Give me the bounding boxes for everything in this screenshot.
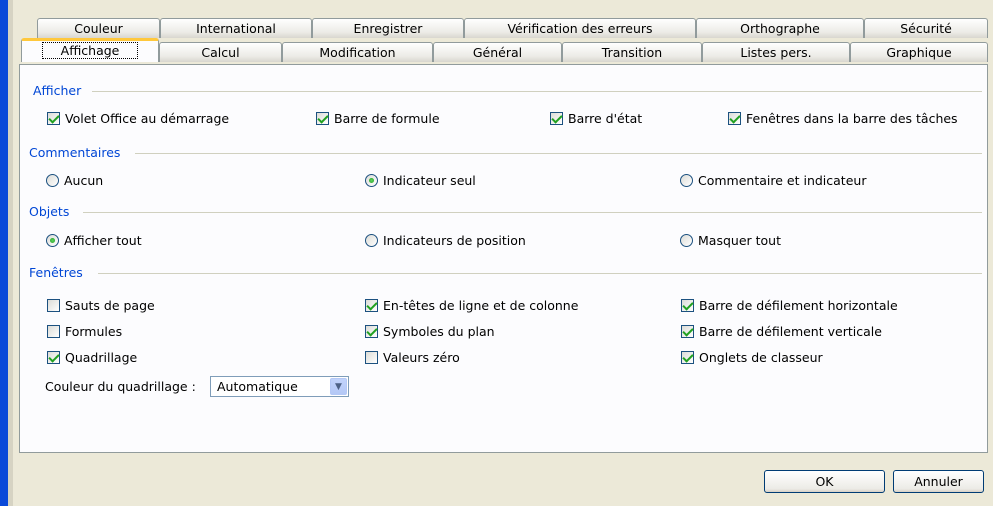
radio-aucun[interactable]: Aucun — [46, 173, 103, 188]
radio-masquer-tout[interactable]: Masquer tout — [680, 233, 781, 248]
tab-international[interactable]: International — [160, 18, 312, 38]
checkbox-quadrillage[interactable]: Quadrillage — [47, 350, 137, 365]
checkbox-symboles-plan[interactable]: Symboles du plan — [365, 324, 495, 339]
gridcolor-select[interactable]: Automatique ▼ — [210, 376, 349, 397]
checkbox-icon — [365, 351, 378, 364]
tab-graphique[interactable]: Graphique — [850, 42, 988, 62]
group-objets-title: Objets — [29, 204, 70, 219]
gridcolor-label: Couleur du quadrillage : — [45, 379, 196, 394]
tab-modification[interactable]: Modification — [282, 42, 433, 62]
checkbox-icon — [681, 299, 694, 312]
chevron-down-icon[interactable]: ▼ — [330, 378, 347, 395]
checkbox-valeurs-zero[interactable]: Valeurs zéro — [365, 350, 460, 365]
checkbox-icon — [47, 112, 60, 125]
radio-icon — [365, 234, 378, 247]
group-afficher-title: Afficher — [33, 83, 82, 98]
radio-afficher-tout[interactable]: Afficher tout — [46, 233, 142, 248]
group-objets-divider — [83, 212, 982, 213]
tab-orthographe[interactable]: Orthographe — [696, 18, 864, 38]
group-fenetres-divider — [98, 273, 982, 274]
group-commentaires-title: Commentaires — [29, 145, 121, 160]
group-fenetres-title: Fenêtres — [29, 265, 83, 280]
checkbox-icon — [47, 325, 60, 338]
tab-securite[interactable]: Sécurité — [864, 18, 988, 38]
checkbox-en-tetes[interactable]: En-têtes de ligne et de colonne — [365, 298, 578, 313]
group-commentaires-divider — [135, 153, 982, 154]
checkbox-fenetres-barre-taches[interactable]: Fenêtres dans la barre des tâches — [728, 111, 958, 126]
radio-commentaire-indicateur[interactable]: Commentaire et indicateur — [680, 173, 866, 188]
checkbox-icon — [550, 112, 563, 125]
checkbox-icon — [365, 325, 378, 338]
tab-affichage[interactable]: Affichage — [21, 38, 159, 62]
tab-enregistrer[interactable]: Enregistrer — [312, 18, 464, 38]
checkbox-icon — [728, 112, 741, 125]
checkbox-volet-office[interactable]: Volet Office au démarrage — [47, 111, 229, 126]
radio-icon — [680, 174, 693, 187]
tab-listes-pers[interactable]: Listes pers. — [702, 42, 850, 62]
radio-indicateur-seul[interactable]: Indicateur seul — [365, 173, 476, 188]
radio-icon — [46, 174, 59, 187]
window-left-border — [8, 0, 13, 506]
checkbox-icon — [47, 351, 60, 364]
window-left-edge — [0, 0, 8, 506]
checkbox-defilement-horizontal[interactable]: Barre de défilement horizontale — [681, 298, 898, 313]
radio-icon — [365, 174, 378, 187]
tab-calcul[interactable]: Calcul — [159, 42, 282, 62]
checkbox-icon — [681, 351, 694, 364]
radio-indicateurs-position[interactable]: Indicateurs de position — [365, 233, 526, 248]
tab-couleur[interactable]: Couleur — [37, 18, 160, 38]
tab-transition[interactable]: Transition — [562, 42, 702, 62]
checkbox-icon — [681, 325, 694, 338]
checkbox-icon — [365, 299, 378, 312]
checkbox-icon — [47, 299, 60, 312]
tab-verification-erreurs[interactable]: Vérification des erreurs — [464, 18, 696, 38]
checkbox-barre-etat[interactable]: Barre d'état — [550, 111, 642, 126]
checkbox-icon — [316, 112, 329, 125]
checkbox-formules[interactable]: Formules — [47, 324, 122, 339]
checkbox-barre-formule[interactable]: Barre de formule — [316, 111, 440, 126]
checkbox-defilement-vertical[interactable]: Barre de défilement verticale — [681, 324, 882, 339]
radio-icon — [46, 234, 59, 247]
cancel-button[interactable]: Annuler — [893, 470, 984, 493]
tab-general[interactable]: Général — [433, 42, 562, 62]
gridcolor-value: Automatique — [217, 379, 298, 394]
ok-button[interactable]: OK — [764, 470, 885, 493]
tab-affichage-label: Affichage — [41, 42, 139, 59]
checkbox-sauts-page[interactable]: Sauts de page — [47, 298, 155, 313]
radio-icon — [680, 234, 693, 247]
group-afficher-divider — [92, 91, 982, 92]
checkbox-onglets-classeur[interactable]: Onglets de classeur — [681, 350, 823, 365]
affichage-panel: Afficher Volet Office au démarrage Barre… — [19, 64, 988, 453]
